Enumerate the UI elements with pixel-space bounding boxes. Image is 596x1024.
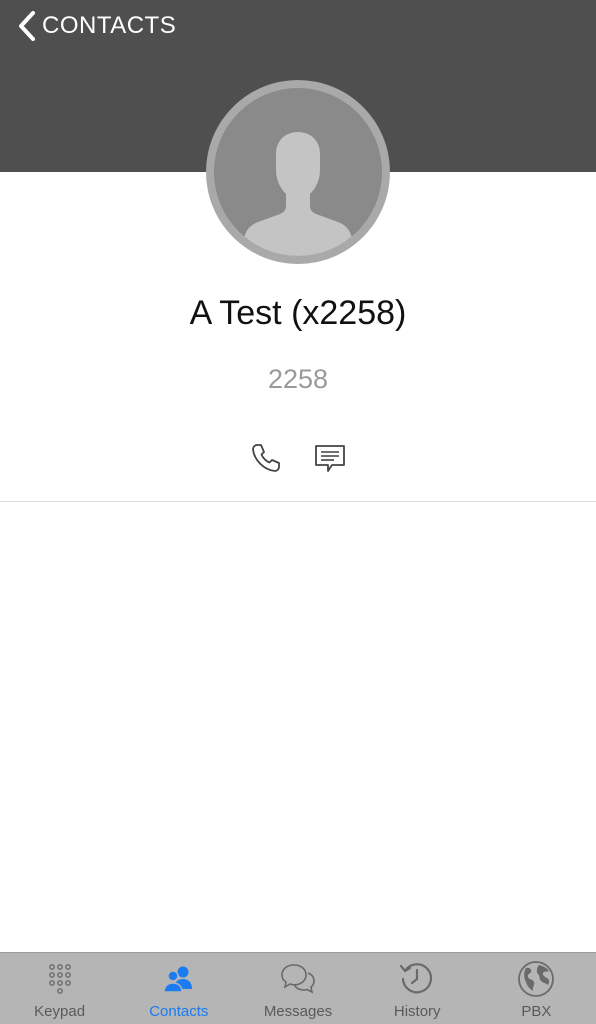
contact-number: 2258	[267, 364, 329, 394]
contact-name: A Test (x2258)	[189, 294, 407, 332]
tab-label: Messages	[263, 1003, 333, 1020]
contact-actions	[0, 438, 596, 478]
tab-history[interactable]: History	[358, 953, 477, 1024]
section-divider	[0, 501, 596, 502]
globe-icon	[518, 961, 555, 997]
tab-contacts[interactable]: Contacts	[119, 953, 238, 1024]
history-icon	[400, 963, 433, 994]
message-icon	[315, 445, 345, 472]
back-button[interactable]: CONTACTS	[16, 8, 176, 44]
chevron-left-icon	[19, 11, 35, 41]
keypad-icon	[48, 964, 71, 994]
call-button[interactable]	[246, 438, 286, 478]
tab-label: PBX	[521, 1003, 552, 1020]
tab-keypad[interactable]: Keypad	[0, 953, 119, 1024]
back-label: CONTACTS	[42, 12, 177, 39]
tab-bar: Keypad Contacts Messages History PBX	[0, 952, 596, 1024]
message-button[interactable]	[310, 438, 350, 478]
tab-pbx[interactable]: PBX	[477, 953, 596, 1024]
tab-label: Keypad	[34, 1003, 86, 1020]
contacts-icon	[163, 966, 192, 993]
person-silhouette-icon	[238, 132, 358, 256]
avatar-placeholder	[214, 88, 382, 256]
tab-label: History	[393, 1003, 441, 1020]
tab-messages[interactable]: Messages	[238, 953, 357, 1024]
messages-icon	[281, 964, 315, 994]
tab-label: Contacts	[149, 1003, 209, 1020]
avatar	[206, 80, 390, 264]
phone-icon	[252, 444, 280, 472]
